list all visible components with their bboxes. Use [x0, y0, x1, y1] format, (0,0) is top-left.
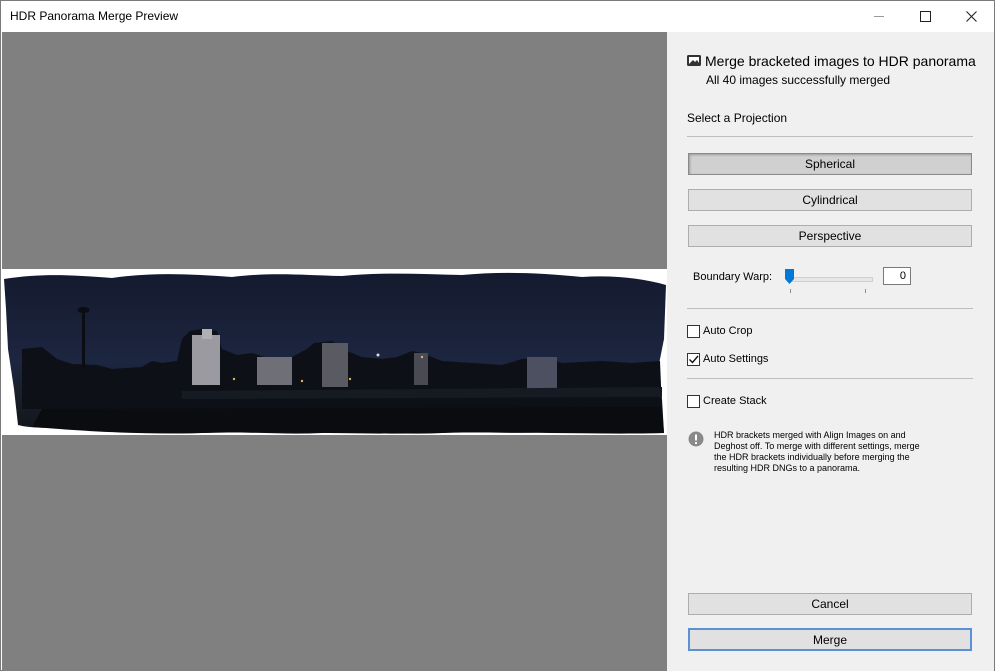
auto-settings-checkbox[interactable]: [687, 353, 700, 366]
create-stack-label: Create Stack: [703, 395, 767, 407]
panel-title: Merge bracketed images to HDR panorama: [705, 53, 976, 69]
settings-panel: Merge bracketed images to HDR panorama A…: [667, 32, 994, 671]
divider: [687, 308, 973, 309]
cancel-button[interactable]: Cancel: [688, 593, 972, 615]
cylindrical-button[interactable]: Cylindrical: [688, 189, 972, 211]
divider: [687, 378, 973, 379]
merge-button[interactable]: Merge: [688, 628, 972, 651]
slider-tick: [865, 289, 866, 293]
close-button[interactable]: [948, 1, 994, 31]
merge-status-text: All 40 images successfully merged: [706, 73, 891, 87]
close-icon: [965, 10, 977, 22]
tower: [82, 309, 85, 369]
auto-crop-checkbox[interactable]: [687, 325, 700, 338]
panorama-preview-area: [2, 32, 667, 671]
divider: [687, 136, 973, 137]
dialog-window: HDR Panorama Merge Preview Merge bracket…: [0, 0, 995, 671]
checkmark-icon: [689, 355, 699, 364]
maximize-icon: [919, 10, 931, 22]
boundary-warp-slider[interactable]: [789, 277, 873, 282]
image-icon: [687, 55, 701, 66]
boundary-warp-label: Boundary Warp:: [693, 271, 773, 283]
auto-crop-label: Auto Crop: [703, 325, 753, 337]
boundary-warp-value-input[interactable]: 0: [883, 267, 911, 285]
info-message: HDR brackets merged with Align Images on…: [714, 430, 920, 473]
create-stack-checkbox[interactable]: [687, 395, 700, 408]
spherical-button[interactable]: Spherical: [688, 153, 972, 175]
info-icon: [688, 431, 704, 447]
minimize-button[interactable]: [856, 1, 902, 31]
slider-thumb[interactable]: [785, 269, 794, 284]
maximize-button[interactable]: [902, 1, 948, 31]
title-bar: HDR Panorama Merge Preview: [1, 1, 994, 31]
panorama-image: [4, 272, 666, 434]
slider-tick: [790, 289, 791, 293]
projection-label: Select a Projection: [687, 111, 788, 125]
perspective-button[interactable]: Perspective: [688, 225, 972, 247]
minimize-icon: [874, 15, 884, 17]
window-title: HDR Panorama Merge Preview: [10, 9, 179, 23]
auto-settings-label: Auto Settings: [703, 353, 769, 365]
